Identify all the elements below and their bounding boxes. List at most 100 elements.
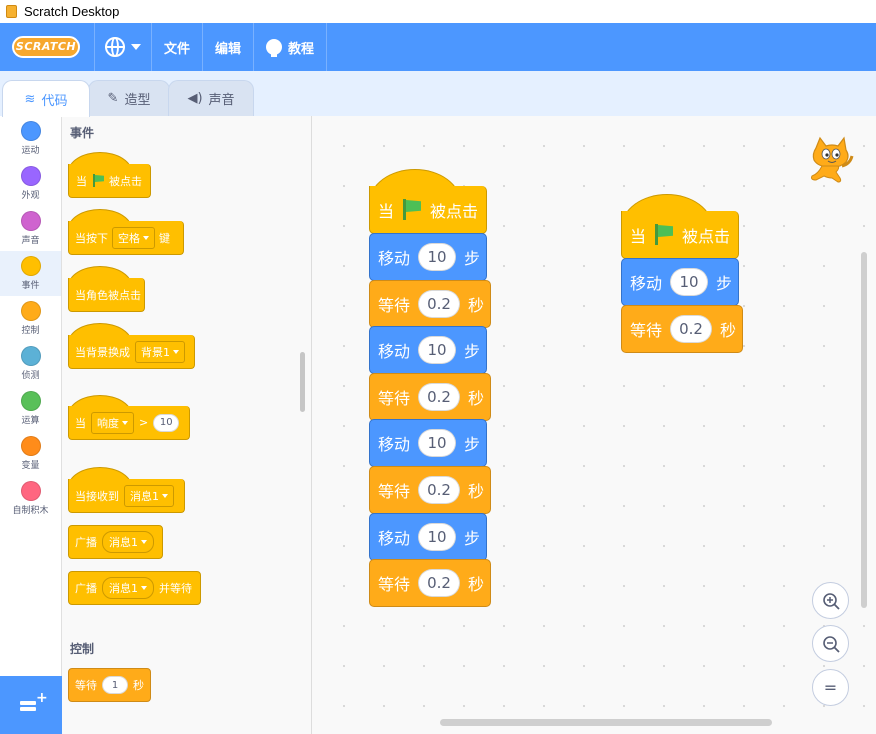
category-dot bbox=[20, 121, 41, 141]
equals-icon: = bbox=[823, 678, 838, 697]
category-sensing[interactable]: 侦测 bbox=[0, 341, 61, 386]
block-categories: 运动 外观 声音 事件 控制 侦测 运算 变量 自制积木 bbox=[0, 116, 62, 676]
steps-input[interactable]: 10 bbox=[418, 523, 457, 551]
palette-block-when-greater-than[interactable]: 当 响度 > 10 bbox=[68, 406, 190, 440]
palette-section-control: 控制 bbox=[70, 642, 95, 656]
seconds-input[interactable]: 0.2 bbox=[418, 290, 461, 318]
cat-sprite-icon bbox=[811, 136, 854, 183]
script2-move-steps[interactable]: 移动 10 步 bbox=[621, 258, 739, 306]
add-extension-button[interactable] bbox=[0, 676, 62, 734]
palette-scrollbar[interactable] bbox=[300, 352, 305, 412]
window-title: Scratch Desktop bbox=[24, 4, 120, 19]
palette-block-when-receive[interactable]: 当接收到 消息1 bbox=[68, 479, 185, 513]
workspace-horizontal-scrollbar[interactable] bbox=[440, 719, 772, 726]
editor-tabs: ≋ 代码 ✎ 造型 ◀) 声音 bbox=[0, 71, 876, 117]
category-sound[interactable]: 声音 bbox=[0, 206, 61, 251]
seconds-input[interactable]: 0.2 bbox=[670, 315, 713, 343]
workspace-vertical-scrollbar[interactable] bbox=[861, 252, 867, 608]
plus-icon: + bbox=[36, 690, 48, 706]
menubar: SCRATCH 文件 编辑 教程 bbox=[0, 23, 876, 71]
script1-wait-seconds[interactable]: 等待 0.2 秒 bbox=[369, 280, 491, 328]
script2-when-flag-clicked[interactable]: 当 被点击 bbox=[621, 211, 739, 259]
category-dot bbox=[20, 346, 41, 366]
chevron-down-icon bbox=[141, 540, 147, 544]
script1-move-steps[interactable]: 移动 10 步 bbox=[369, 513, 487, 561]
zoom-out-icon bbox=[822, 635, 840, 653]
zoom-in-button[interactable] bbox=[812, 582, 849, 619]
key-dropdown[interactable]: 空格 bbox=[112, 226, 155, 249]
scratch-app-icon bbox=[6, 5, 17, 18]
edit-menu[interactable]: 编辑 bbox=[203, 38, 253, 57]
category-dot bbox=[20, 301, 41, 321]
speaker-icon: ◀) bbox=[187, 91, 203, 106]
code-icon: ≋ bbox=[24, 91, 36, 107]
brush-icon: ✎ bbox=[107, 91, 119, 106]
lightbulb-icon bbox=[266, 39, 283, 57]
steps-input[interactable]: 10 bbox=[670, 268, 709, 296]
chevron-down-icon bbox=[173, 349, 179, 354]
category-control[interactable]: 控制 bbox=[0, 296, 61, 341]
category-dot bbox=[20, 391, 41, 411]
palette-block-when-key-pressed[interactable]: 当按下 空格 键 bbox=[68, 221, 184, 255]
tab-code[interactable]: ≋ 代码 bbox=[2, 80, 90, 117]
category-motion[interactable]: 运动 bbox=[0, 116, 61, 161]
zoom-in-icon bbox=[822, 592, 840, 610]
category-looks[interactable]: 外观 bbox=[0, 161, 61, 206]
script1-move-steps[interactable]: 移动 10 步 bbox=[369, 419, 487, 467]
tab-costumes[interactable]: ✎ 造型 bbox=[88, 80, 170, 116]
wait-seconds-input[interactable]: 1 bbox=[102, 676, 128, 694]
steps-input[interactable]: 10 bbox=[418, 336, 457, 364]
script1-move-steps[interactable]: 移动 10 步 bbox=[369, 326, 487, 374]
script1-move-steps[interactable]: 移动 10 步 bbox=[369, 233, 487, 281]
file-menu[interactable]: 文件 bbox=[152, 38, 202, 57]
category-operators[interactable]: 运算 bbox=[0, 386, 61, 431]
palette-block-when-sprite-clicked[interactable]: 当角色被点击 bbox=[68, 278, 145, 312]
green-flag-icon bbox=[92, 174, 104, 187]
zoom-out-button[interactable] bbox=[812, 625, 849, 662]
seconds-input[interactable]: 0.2 bbox=[418, 383, 461, 411]
palette-block-when-flag-clicked[interactable]: 当 被点击 bbox=[68, 164, 151, 198]
threshold-input[interactable]: 10 bbox=[153, 413, 180, 432]
window-titlebar: Scratch Desktop bbox=[0, 0, 876, 23]
block-palette: 事件 当 被点击 当按下 空格 键 当角色被点击 当背景换成 背景1 当 响度 … bbox=[62, 116, 312, 734]
chevron-down-icon bbox=[162, 493, 168, 498]
sensor-dropdown[interactable]: 响度 bbox=[91, 411, 134, 434]
scratch-logo[interactable]: SCRATCH bbox=[12, 34, 80, 60]
palette-block-when-backdrop-switches[interactable]: 当背景换成 背景1 bbox=[68, 335, 195, 369]
seconds-input[interactable]: 0.2 bbox=[418, 476, 461, 504]
script1-wait-seconds[interactable]: 等待 0.2 秒 bbox=[369, 466, 491, 514]
language-menu[interactable] bbox=[105, 37, 141, 57]
chevron-down-icon bbox=[131, 44, 141, 50]
category-dot bbox=[20, 481, 41, 501]
script1-when-flag-clicked[interactable]: 当 被点击 bbox=[369, 186, 487, 234]
message-dropdown[interactable]: 消息1 bbox=[124, 484, 174, 507]
palette-block-broadcast[interactable]: 广播 消息1 bbox=[68, 525, 163, 559]
palette-block-wait[interactable]: 等待 1 秒 bbox=[68, 668, 151, 702]
category-my-blocks[interactable]: 自制积木 bbox=[0, 476, 61, 521]
green-flag-icon bbox=[654, 224, 674, 245]
seconds-input[interactable]: 0.2 bbox=[418, 569, 461, 597]
category-dot bbox=[20, 211, 41, 231]
steps-input[interactable]: 10 bbox=[418, 429, 457, 457]
script1-wait-seconds[interactable]: 等待 0.2 秒 bbox=[369, 559, 491, 607]
chevron-down-icon bbox=[141, 586, 147, 590]
category-variables[interactable]: 变量 bbox=[0, 431, 61, 476]
zoom-reset-button[interactable]: = bbox=[812, 669, 849, 706]
chevron-down-icon bbox=[122, 420, 128, 425]
chevron-down-icon bbox=[143, 235, 149, 240]
steps-input[interactable]: 10 bbox=[418, 243, 457, 271]
tutorials-button[interactable]: 教程 bbox=[254, 38, 326, 57]
message-dropdown[interactable]: 消息1 bbox=[102, 577, 154, 599]
message-dropdown[interactable]: 消息1 bbox=[102, 531, 154, 553]
palette-block-broadcast-and-wait[interactable]: 广播 消息1 并等待 bbox=[68, 571, 201, 605]
tab-sounds[interactable]: ◀) 声音 bbox=[168, 80, 254, 116]
backdrop-dropdown[interactable]: 背景1 bbox=[135, 340, 185, 363]
script2-wait-seconds[interactable]: 等待 0.2 秒 bbox=[621, 305, 743, 353]
category-dot bbox=[20, 256, 41, 276]
category-dot bbox=[20, 166, 41, 186]
globe-icon bbox=[105, 37, 125, 57]
palette-section-events: 事件 bbox=[70, 126, 95, 140]
script1-wait-seconds[interactable]: 等待 0.2 秒 bbox=[369, 373, 491, 421]
category-events[interactable]: 事件 bbox=[0, 251, 61, 296]
green-flag-icon bbox=[402, 199, 422, 220]
